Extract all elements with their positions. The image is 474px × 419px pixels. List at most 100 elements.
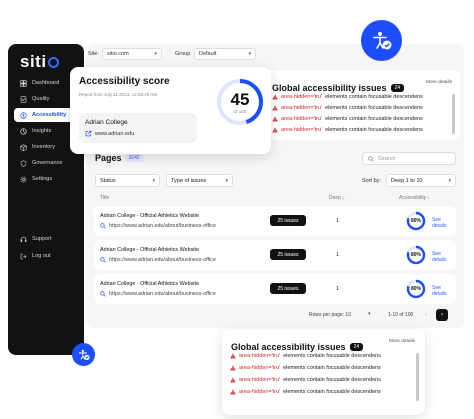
issue-row[interactable]: area-hidden='tru' elements contain focusa… bbox=[230, 353, 381, 359]
warning-icon bbox=[272, 105, 278, 111]
popup-count: 24 bbox=[349, 343, 364, 351]
scrollbar[interactable] bbox=[452, 94, 455, 134]
issue-code: area-hidden='tru' bbox=[281, 127, 323, 133]
row-score: 80% bbox=[410, 252, 421, 258]
score-max: of 100 bbox=[233, 108, 247, 114]
search-input[interactable]: Search bbox=[362, 152, 456, 165]
issue-row[interactable]: area-hidden='tru' elements contain focusa… bbox=[230, 389, 381, 395]
status-filter[interactable]: Status ▾ bbox=[95, 174, 160, 187]
sidebar-item-label: Accessibility bbox=[32, 112, 67, 118]
issue-code: area-hidden='tru' bbox=[281, 116, 323, 122]
chevron-down-icon: ▾ bbox=[448, 177, 451, 184]
issue-row[interactable]: area-hidden='tru' elements contain focusa… bbox=[272, 105, 423, 111]
pagination-range: 1-10 of 100 bbox=[388, 312, 414, 318]
issue-row[interactable]: area-hidden='tru' elements contain focusa… bbox=[230, 377, 381, 383]
warning-icon bbox=[272, 94, 278, 100]
sort-value: Deep 1 to 10 bbox=[391, 177, 423, 184]
row-url[interactable]: https://www.adrian.edu/about/business-of… bbox=[100, 257, 216, 263]
warning-icon bbox=[230, 389, 236, 395]
score-value: 45 of 100 bbox=[215, 77, 265, 127]
accessibility-badge-large[interactable] bbox=[361, 20, 402, 61]
table-row[interactable]: Adrian College - Official Athletics Webs… bbox=[94, 274, 456, 304]
score-card-subtitle: Report from July 11 2023, 12:55:40 AM bbox=[79, 92, 157, 97]
inventory-icon bbox=[20, 143, 27, 151]
search-icon bbox=[100, 257, 106, 263]
chevron-down-icon[interactable]: ▾ bbox=[368, 311, 371, 317]
logo-o-icon bbox=[47, 57, 59, 68]
college-url[interactable]: www.adrian.edu bbox=[85, 130, 134, 137]
more-details-link[interactable]: More details bbox=[389, 339, 415, 344]
scrollbar[interactable] bbox=[416, 353, 419, 401]
next-page-button[interactable]: › bbox=[436, 309, 448, 321]
sidebar-item-label: Insights bbox=[32, 128, 52, 134]
logout-icon bbox=[20, 253, 27, 260]
global-issues-title: Global accessibility issues bbox=[272, 83, 387, 93]
search-icon bbox=[100, 223, 106, 229]
row-url[interactable]: https://www.adrian.edu/about/business-of… bbox=[100, 291, 216, 297]
quality-icon bbox=[20, 95, 27, 103]
issue-text: elements contain focusable descendens bbox=[325, 127, 423, 133]
prev-page-button[interactable]: ‹ bbox=[420, 309, 432, 321]
column-header-title[interactable]: Title bbox=[100, 195, 109, 201]
logo-text: siti bbox=[20, 52, 47, 71]
insights-icon bbox=[20, 127, 27, 135]
accessibility-check-icon bbox=[78, 349, 90, 360]
row-url-text: https://www.adrian.edu/about/business-of… bbox=[109, 223, 216, 229]
group-select[interactable]: Default ▾ bbox=[194, 48, 256, 60]
accessibility-badge-small[interactable] bbox=[72, 343, 95, 366]
app-logo[interactable]: siti bbox=[20, 52, 59, 72]
type-filter[interactable]: Type of issues ▾ bbox=[166, 174, 233, 187]
more-details-link[interactable]: More details bbox=[426, 80, 452, 85]
score-number: 45 bbox=[230, 89, 250, 109]
sort-select[interactable]: Deep 1 to 10 ▾ bbox=[386, 174, 456, 187]
table-row[interactable]: Adrian College - Official Athletics Webs… bbox=[94, 240, 456, 270]
chevron-down-icon: ▾ bbox=[248, 51, 251, 57]
sidebar-item-settings[interactable]: Settings bbox=[14, 172, 80, 186]
search-icon bbox=[100, 291, 106, 297]
row-title[interactable]: Adrian College - Official Athletics Webs… bbox=[100, 213, 199, 219]
global-issues-count: 24 bbox=[390, 84, 405, 92]
column-header-accessibility[interactable]: Accessibility ↓ bbox=[399, 195, 430, 201]
column-header-depth[interactable]: Deep ↓ bbox=[329, 195, 345, 201]
issue-code: area-hidden='tru' bbox=[281, 105, 323, 111]
sort-label: Sort by: bbox=[362, 178, 381, 184]
topbar: Site: sitio.com ▾ Group Default ▾ bbox=[86, 44, 464, 64]
issue-text: elements contain focusable descendens bbox=[325, 116, 423, 122]
issue-code: area-hidden='tru' bbox=[239, 377, 281, 383]
issue-row[interactable]: area-hidden='tru' elements contain focusa… bbox=[272, 94, 423, 100]
see-details-link[interactable]: See details bbox=[432, 285, 456, 297]
sidebar-item-logout[interactable]: Log out bbox=[14, 249, 80, 263]
warning-icon bbox=[272, 127, 278, 133]
college-url-text: www.adrian.edu bbox=[95, 130, 135, 137]
warning-icon bbox=[272, 116, 278, 122]
see-details-link[interactable]: See details bbox=[432, 217, 456, 229]
issue-text: elements contain focusable descendens bbox=[325, 105, 423, 111]
row-url-text: https://www.adrian.edu/about/business-of… bbox=[109, 257, 216, 263]
issues-badge[interactable]: 25 issues bbox=[270, 215, 306, 226]
table-row[interactable]: Adrian College - Official Athletics Webs… bbox=[94, 206, 456, 236]
accessibility-icon bbox=[20, 111, 27, 119]
issues-badge[interactable]: 25 issues bbox=[270, 249, 306, 260]
college-name: Adrian College bbox=[85, 119, 128, 126]
search-placeholder: Search bbox=[378, 155, 396, 162]
issues-badge[interactable]: 25 issues bbox=[270, 283, 306, 294]
college-box[interactable]: Adrian College www.adrian.edu bbox=[79, 113, 197, 143]
row-title[interactable]: Adrian College - Official Athletics Webs… bbox=[100, 281, 199, 287]
issue-row[interactable]: area-hidden='tru' elements contain focusa… bbox=[272, 116, 423, 122]
issue-text: elements contain focusable descendens bbox=[283, 389, 381, 395]
issue-row[interactable]: area-hidden='tru' elements contain focusa… bbox=[230, 365, 381, 371]
see-details-link[interactable]: See details bbox=[432, 251, 456, 263]
sidebar-item-label: Settings bbox=[32, 176, 53, 182]
pages-title: Pages bbox=[95, 153, 122, 163]
sidebar-item-label: Inventory bbox=[32, 144, 56, 150]
accessibility-score-card: Accessibility score Report from July 11 … bbox=[70, 67, 271, 154]
issue-row[interactable]: area-hidden='tru' elements contain focusa… bbox=[272, 127, 423, 133]
rows-per-page[interactable]: Rows per page: 10 bbox=[309, 312, 351, 318]
row-url[interactable]: https://www.adrian.edu/about/business-of… bbox=[100, 223, 216, 229]
row-title[interactable]: Adrian College - Official Athletics Webs… bbox=[100, 247, 199, 253]
site-select[interactable]: sitio.com ▾ bbox=[102, 48, 162, 60]
sidebar-item-support[interactable]: Support bbox=[14, 232, 80, 246]
search-icon bbox=[368, 155, 374, 162]
sidebar-item-governance[interactable]: Governance bbox=[14, 156, 80, 170]
group-select-value: Default bbox=[199, 51, 217, 57]
